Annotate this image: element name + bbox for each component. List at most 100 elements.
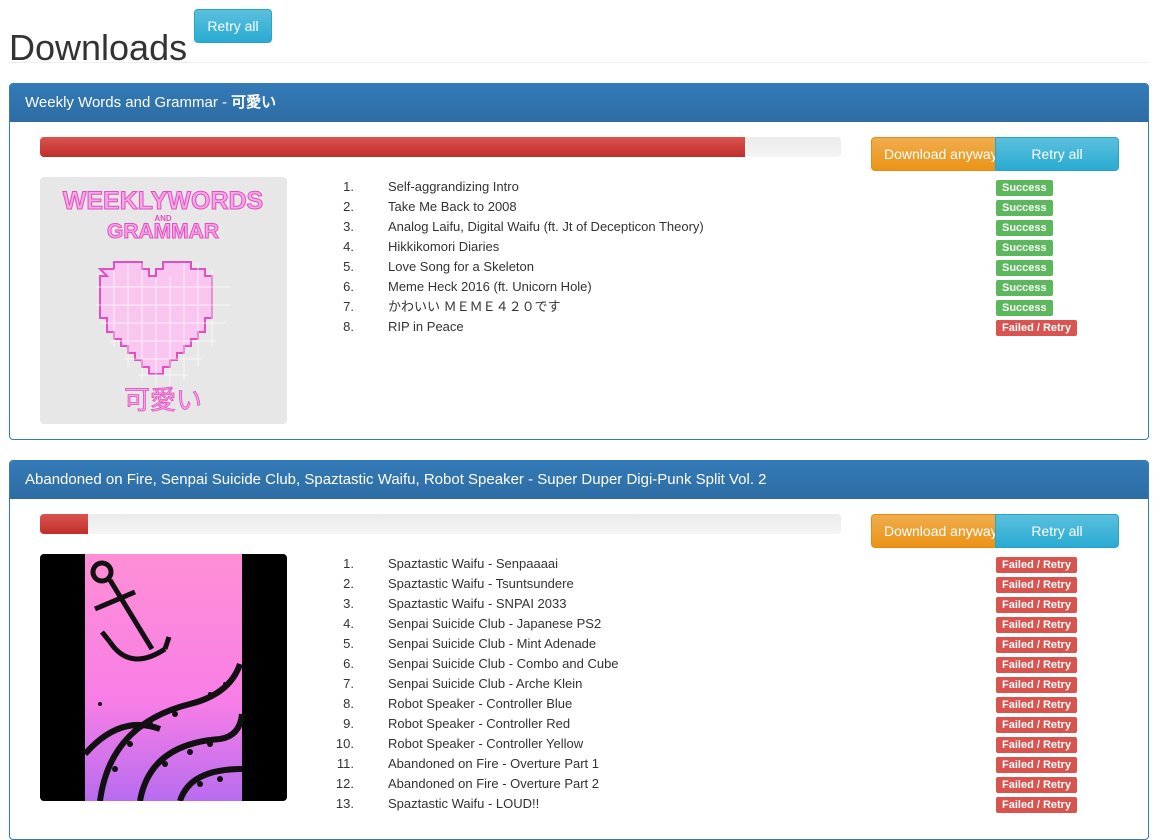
track-number: 6. [343, 656, 354, 671]
track-title: Senpai Suicide Club - Japanese PS2 [388, 616, 602, 631]
album-heading-title-suffix: 可愛い [231, 94, 277, 111]
album-cover [40, 554, 287, 801]
retry-all-button[interactable]: Retry all [194, 9, 272, 43]
track-title: RIP in Peace [388, 319, 464, 334]
track-number: 1. [343, 179, 354, 194]
track-title: Spaztastic Waifu - Senpaaaai [388, 556, 559, 571]
track-title: Love Song for a Skeleton [388, 259, 534, 274]
track-number: 8. [343, 319, 354, 334]
track-row: 9. Robot Speaker - Controller Red Failed /… [328, 714, 1098, 734]
cover-kanji-text: 可愛い [124, 386, 202, 416]
track-number: 9. [343, 716, 354, 731]
track-title: Robot Speaker - Controller Blue [388, 696, 573, 711]
status-badge-success: Success [996, 260, 1053, 276]
failed-retry-button[interactable]: Failed / Retry [996, 677, 1078, 693]
album-panel: Abandoned on Fire, Senpai Suicide Club, … [9, 460, 1149, 840]
album-panel: Weekly Words and Grammar - 可愛い Download … [9, 83, 1149, 440]
album-heading-title: Abandoned on Fire, Senpai Suicide Club, … [25, 471, 767, 488]
failed-retry-button[interactable]: Failed / Retry [996, 597, 1078, 613]
track-title: Spaztastic Waifu - LOUD!! [388, 796, 540, 811]
track-title: Abandoned on Fire - Overture Part 2 [388, 776, 600, 791]
album-heading: Weekly Words and Grammar - 可愛い [10, 84, 1148, 122]
page-title: Downloads [9, 27, 188, 69]
track-number: 8. [343, 696, 354, 711]
track-row: 6. Senpai Suicide Club - Combo and Cube Fa… [328, 654, 1098, 674]
album-retry-all-button[interactable]: Retry all [995, 137, 1119, 171]
track-row: 11. Abandoned on Fire - Overture Part 1 Fa… [328, 754, 1098, 774]
track-row: 1. Self-aggrandizing Intro Success [328, 177, 1098, 197]
status-badge-success: Success [996, 220, 1053, 236]
track-row: 8. RIP in Peace Failed / Retry [328, 317, 1098, 337]
track-row: 4. Hikkikomori Diaries Success [328, 237, 1098, 257]
track-row: 2. Spaztastic Waifu - Tsuntsundere Failed … [328, 574, 1098, 594]
status-badge-success: Success [996, 300, 1053, 316]
track-number: 10. [335, 736, 354, 751]
failed-retry-button[interactable]: Failed / Retry [996, 737, 1078, 753]
track-number: 3. [343, 219, 354, 234]
track-number: 7. [343, 676, 354, 691]
track-title: Abandoned on Fire - Overture Part 1 [388, 756, 600, 771]
track-list: 1. Spaztastic Waifu - Senpaaaai Failed / R… [328, 554, 1098, 814]
track-title: Take Me Back to 2008 [388, 199, 517, 214]
album-actions: Download anyway Retry all [871, 137, 1119, 171]
track-number: 2. [343, 199, 354, 214]
status-badge-success: Success [996, 200, 1053, 216]
track-title: Meme Heck 2016 (ft. Unicorn Hole) [388, 279, 592, 294]
album-heading: Abandoned on Fire, Senpai Suicide Club, … [10, 461, 1148, 499]
album-actions: Download anyway Retry all [871, 514, 1119, 548]
track-title: Senpai Suicide Club - Mint Adenade [388, 636, 597, 651]
track-row: 10. Robot Speaker - Controller Yellow Fail… [328, 734, 1098, 754]
track-title: Self-aggrandizing Intro [388, 179, 519, 194]
track-row: 13. Spaztastic Waifu - LOUD!! Failed / Ret… [328, 794, 1098, 814]
album-retry-all-button[interactable]: Retry all [995, 514, 1119, 548]
track-title: Senpai Suicide Club - Arche Klein [388, 676, 583, 691]
track-row: 4. Senpai Suicide Club - Japanese PS2 Fail… [328, 614, 1098, 634]
track-title: Robot Speaker - Controller Red [388, 716, 571, 731]
track-title: Spaztastic Waifu - SNPAI 2033 [388, 596, 567, 611]
track-list: 1. Self-aggrandizing Intro Success 2. Take … [328, 177, 1098, 337]
page-header: Downloads Retry all [9, 0, 1149, 68]
track-title: かわいい ＭＥＭＥ４２０です [388, 299, 561, 314]
track-number: 2. [343, 576, 354, 591]
failed-retry-button[interactable]: Failed / Retry [996, 717, 1078, 733]
failed-retry-button[interactable]: Failed / Retry [996, 617, 1078, 633]
track-number: 7. [343, 299, 354, 314]
download-progress-bar [40, 514, 89, 534]
track-row: 8. Robot Speaker - Controller Blue Failed … [328, 694, 1098, 714]
status-badge-success: Success [996, 180, 1053, 196]
track-number: 3. [343, 596, 354, 611]
failed-retry-button[interactable]: Failed / Retry [996, 320, 1078, 336]
track-title: Robot Speaker - Controller Yellow [388, 736, 584, 751]
failed-retry-button[interactable]: Failed / Retry [996, 657, 1078, 673]
track-row: 3. Spaztastic Waifu - SNPAI 2033 Failed / … [328, 594, 1098, 614]
track-number: 12. [335, 776, 354, 791]
track-number: 1. [343, 556, 354, 571]
status-badge-success: Success [996, 280, 1053, 296]
failed-retry-button[interactable]: Failed / Retry [996, 637, 1078, 653]
download-progress [40, 137, 841, 157]
track-number: 11. [336, 756, 354, 771]
failed-retry-button[interactable]: Failed / Retry [996, 577, 1078, 593]
album-heading-title: Weekly Words and Grammar - [25, 94, 232, 111]
track-number: 13. [335, 796, 354, 811]
track-row: 5. Love Song for a Skeleton Success [328, 257, 1098, 277]
track-title: Spaztastic Waifu - Tsuntsundere [388, 576, 574, 591]
download-anyway-button[interactable]: Download anyway [871, 137, 996, 171]
track-row: 5. Senpai Suicide Club - Mint Adenade Fail… [328, 634, 1098, 654]
track-row: 1. Spaztastic Waifu - Senpaaaai Failed / R… [328, 554, 1098, 574]
track-number: 4. [343, 616, 354, 631]
track-row: 7. かわいい ＭＥＭＥ４２０です Success [328, 297, 1098, 317]
track-row: 12. Abandoned on Fire - Overture Part 2 Fa… [328, 774, 1098, 794]
failed-retry-button[interactable]: Failed / Retry [996, 557, 1078, 573]
download-anyway-button[interactable]: Download anyway [871, 514, 996, 548]
failed-retry-button[interactable]: Failed / Retry [996, 797, 1078, 813]
failed-retry-button[interactable]: Failed / Retry [996, 757, 1078, 773]
download-progress [40, 514, 841, 534]
track-row: 2. Take Me Back to 2008 Success [328, 197, 1098, 217]
track-row: 7. Senpai Suicide Club - Arche Klein Faile… [328, 674, 1098, 694]
track-row: 3. Analog Laifu, Digital Waifu (ft. Jt of… [328, 217, 1098, 237]
failed-retry-button[interactable]: Failed / Retry [996, 777, 1078, 793]
track-title: Senpai Suicide Club - Combo and Cube [388, 656, 619, 671]
failed-retry-button[interactable]: Failed / Retry [996, 697, 1078, 713]
track-number: 5. [343, 636, 354, 651]
